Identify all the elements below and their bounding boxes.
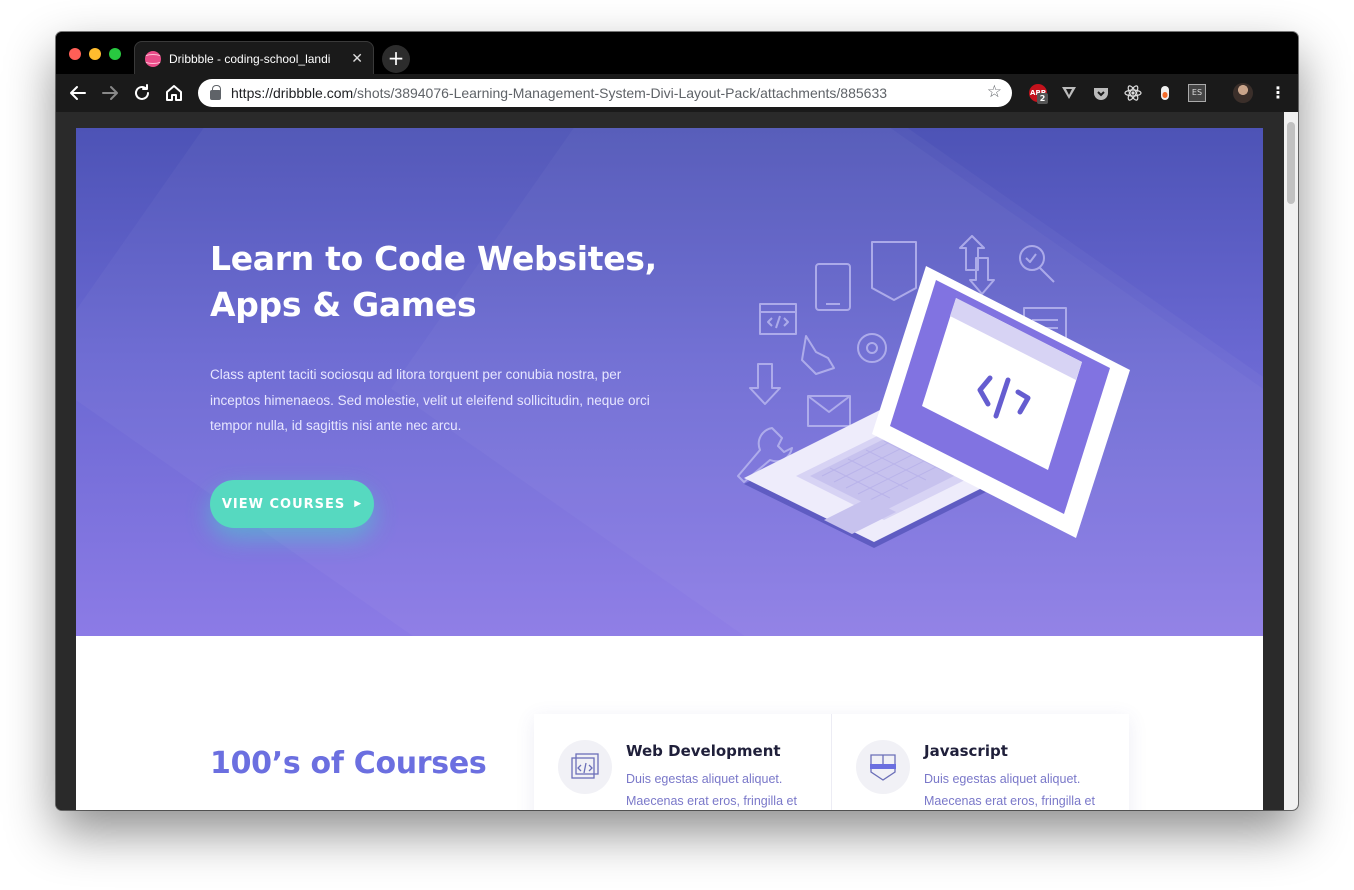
course-card-text: Duis egestas aliquet aliquet. Maecenas e… — [924, 772, 1095, 808]
maximize-window-button[interactable] — [109, 48, 121, 60]
vimium-extension-icon[interactable] — [1060, 84, 1078, 102]
arrow-down-outline-icon — [749, 363, 781, 405]
tab-title: Dribbble - coding-school_landi — [169, 51, 331, 66]
course-card-text: Duis egestas aliquet aliquet. Maecenas e… — [626, 772, 797, 808]
shield-outline-icon — [871, 241, 917, 301]
reload-icon[interactable] — [131, 82, 153, 104]
back-arrow-icon[interactable] — [67, 82, 89, 104]
hero-section: Learn to Code Websites, Apps & Games Cla… — [76, 128, 1263, 636]
course-card-web-development[interactable]: Web Development Duis egestas aliquet ali… — [534, 714, 831, 810]
hero-title-line1: Learn to Code Websites, — [210, 239, 657, 278]
document-outline-icon — [1023, 307, 1067, 355]
dribbble-favicon-icon — [145, 50, 161, 67]
react-devtools-extension-icon[interactable] — [1124, 84, 1142, 102]
code-window-icon — [558, 740, 612, 794]
url-path: /shots/3894076-Learning-Management-Syste… — [353, 85, 888, 101]
view-courses-label: VIEW COURSES — [221, 496, 346, 512]
laptop-illustration — [737, 235, 1130, 548]
pocket-extension-icon[interactable] — [1092, 84, 1110, 102]
forward-arrow-icon[interactable] — [99, 82, 121, 104]
arrow-up-outline-icon — [959, 235, 985, 271]
tab-strip: Dribbble - coding-school_landi ✕ + — [56, 32, 1298, 75]
gear-outline-icon — [857, 333, 887, 363]
laptop — [744, 266, 1130, 548]
hero-title-line2: Apps & Games — [210, 285, 477, 324]
scrollbar-thumb[interactable] — [1287, 122, 1295, 204]
browser-tab-active[interactable]: Dribbble - coding-school_landi ✕ — [134, 41, 374, 75]
wrench-outline-icon — [737, 427, 793, 483]
color-dropper-extension-icon[interactable] — [1156, 84, 1174, 102]
url-host: https://dribbble.com — [231, 85, 354, 101]
new-tab-button[interactable]: + — [382, 45, 410, 73]
home-icon[interactable] — [163, 82, 185, 104]
course-card-title: Web Development — [626, 742, 781, 760]
view-courses-button[interactable]: VIEW COURSES ▶ — [210, 480, 374, 528]
caret-right-icon: ▶ — [354, 499, 363, 509]
page-scrollbar[interactable] — [1284, 112, 1298, 810]
pointer-hand-outline-icon — [801, 335, 835, 375]
envelope-outline-icon — [807, 395, 851, 427]
course-cards: Web Development Duis egestas aliquet ali… — [534, 714, 1129, 810]
browser-menu-icon[interactable]: ⋮ — [1270, 83, 1286, 103]
adblock-extension-icon[interactable]: ABP2 — [1029, 84, 1048, 104]
browser-toolbar: https://dribbble.com/shots/3894076-Learn… — [56, 74, 1298, 112]
hero-description: Class aptent taciti sociosqu ad litora t… — [210, 367, 650, 433]
page-viewport: Learn to Code Websites, Apps & Games Cla… — [56, 112, 1298, 810]
minimize-window-button[interactable] — [89, 48, 101, 60]
profile-avatar[interactable] — [1233, 83, 1253, 103]
lock-icon — [210, 85, 221, 100]
bookmark-star-icon[interactable]: ☆ — [987, 82, 1002, 102]
courses-section-title: 100’s of Courses — [210, 746, 487, 781]
es-extension-icon[interactable]: ES — [1188, 84, 1206, 102]
magnifier-outline-icon — [1019, 245, 1045, 271]
web-page: Learn to Code Websites, Apps & Games Cla… — [76, 128, 1263, 810]
tablet-outline-icon — [815, 263, 851, 311]
tab-close-icon[interactable]: ✕ — [351, 51, 363, 67]
course-card-title: Javascript — [924, 742, 1008, 760]
close-window-button[interactable] — [69, 48, 81, 60]
course-card-javascript[interactable]: Javascript Duis egestas aliquet aliquet.… — [831, 714, 1128, 810]
shield-code-icon — [856, 740, 910, 794]
address-bar[interactable]: https://dribbble.com/shots/3894076-Learn… — [198, 79, 1012, 107]
adblock-badge: 2 — [1037, 93, 1048, 104]
browser-window: Dribbble - coding-school_landi ✕ + https… — [56, 32, 1298, 810]
code-window-outline-icon — [759, 303, 797, 335]
hero-title: Learn to Code Websites, Apps & Games — [210, 236, 680, 328]
